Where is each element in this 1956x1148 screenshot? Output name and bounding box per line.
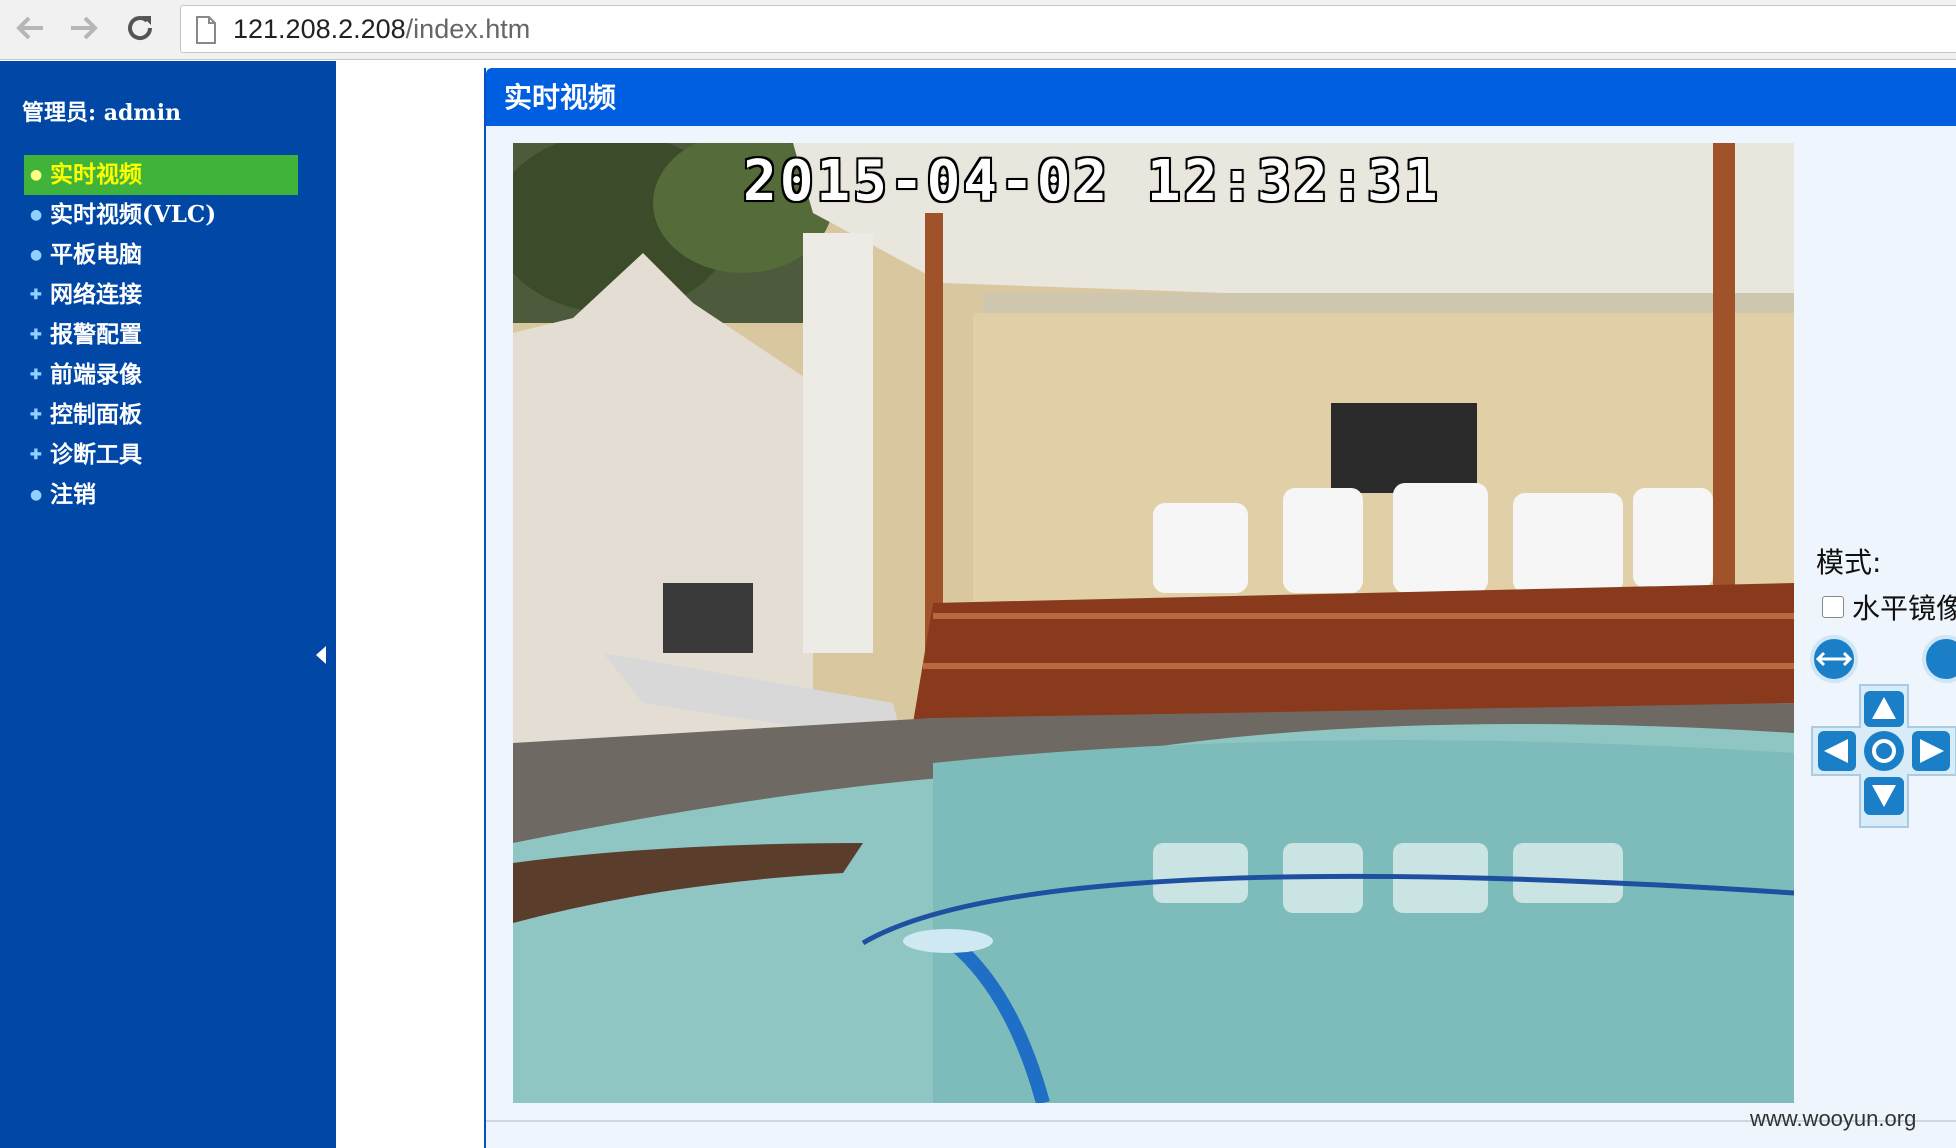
mode-label: 模式: [1816,546,1882,579]
bullet-icon: ● [30,167,43,183]
page-icon [195,16,217,48]
sidebar-item-alarm[interactable]: ✚ 报警配置 [24,315,298,355]
vertical-swap-icon[interactable] [1922,635,1956,683]
left-arrow-icon[interactable] [1818,731,1856,771]
main-content: 实时视频 2015-04-02 12:32:31 模式: 水平镜像 [336,61,1956,1148]
sidebar-item-logout[interactable]: ● 注销 [24,475,298,515]
url-text: 121.208.2.208/index.htm [233,14,531,44]
watermark: www.wooyun.org [1750,1106,1917,1131]
horizontal-swap-icon[interactable] [1810,635,1858,683]
video-timestamp: 2015-04-02 12:32:31 [743,149,1441,214]
plus-icon: ✚ [30,367,42,383]
mirror-checkbox[interactable] [1822,596,1844,618]
sidebar-item-diagnostics[interactable]: ✚ 诊断工具 [24,435,298,475]
panel-title: 实时视频 [504,81,617,114]
address-bar[interactable]: 121.208.2.208/index.htm [180,5,1956,53]
back-arrow-icon[interactable] [10,8,50,48]
sidebar: 管理员: admin ● 实时视频 ● 实时视频(VLC) ● 平板电脑 ✚ 网络连接 … [0,61,336,1148]
plus-icon: ✚ [30,287,42,303]
up-arrow-icon[interactable] [1864,691,1904,727]
sidebar-item-network[interactable]: ✚ 网络连接 [24,275,298,315]
right-arrow-icon[interactable] [1912,731,1950,771]
panel-divider [486,1120,1956,1122]
plus-icon: ✚ [30,447,42,463]
browser-toolbar: 121.208.2.208/index.htm [0,0,1956,60]
bullet-icon: ● [30,207,43,223]
sidebar-item-live-video-vlc[interactable]: ● 实时视频(VLC) [24,195,298,235]
sidebar-menu: ● 实时视频 ● 实时视频(VLC) ● 平板电脑 ✚ 网络连接 ✚ 报警配置 ✚ 前端录像… [24,155,298,515]
mirror-option[interactable]: 水平镜像 [1822,587,1956,627]
plus-icon: ✚ [30,407,42,423]
ptz-control [1808,631,1956,831]
sidebar-item-live-video[interactable]: ● 实时视频 [24,155,298,195]
panel-header: 实时视频 [486,68,1956,126]
sidebar-item-recording[interactable]: ✚ 前端录像 [24,355,298,395]
video-stream[interactable]: 2015-04-02 12:32:31 [513,143,1794,1103]
down-arrow-icon[interactable] [1864,777,1904,815]
bullet-icon: ● [30,247,43,263]
plus-icon: ✚ [30,327,42,343]
live-video-panel: 实时视频 2015-04-02 12:32:31 [484,68,1956,1148]
center-icon[interactable] [1864,731,1904,771]
sidebar-item-control-panel[interactable]: ✚ 控制面板 [24,395,298,435]
mirror-label: 水平镜像 [1852,592,1956,625]
sidebar-item-tablet[interactable]: ● 平板电脑 [24,235,298,275]
admin-label: 管理员: admin [22,100,182,126]
video-frame-image [513,143,1794,1103]
bullet-icon: ● [30,487,43,503]
forward-arrow-icon[interactable] [64,8,104,48]
reload-icon[interactable] [120,8,160,48]
collapse-sidebar-icon[interactable] [316,646,326,664]
